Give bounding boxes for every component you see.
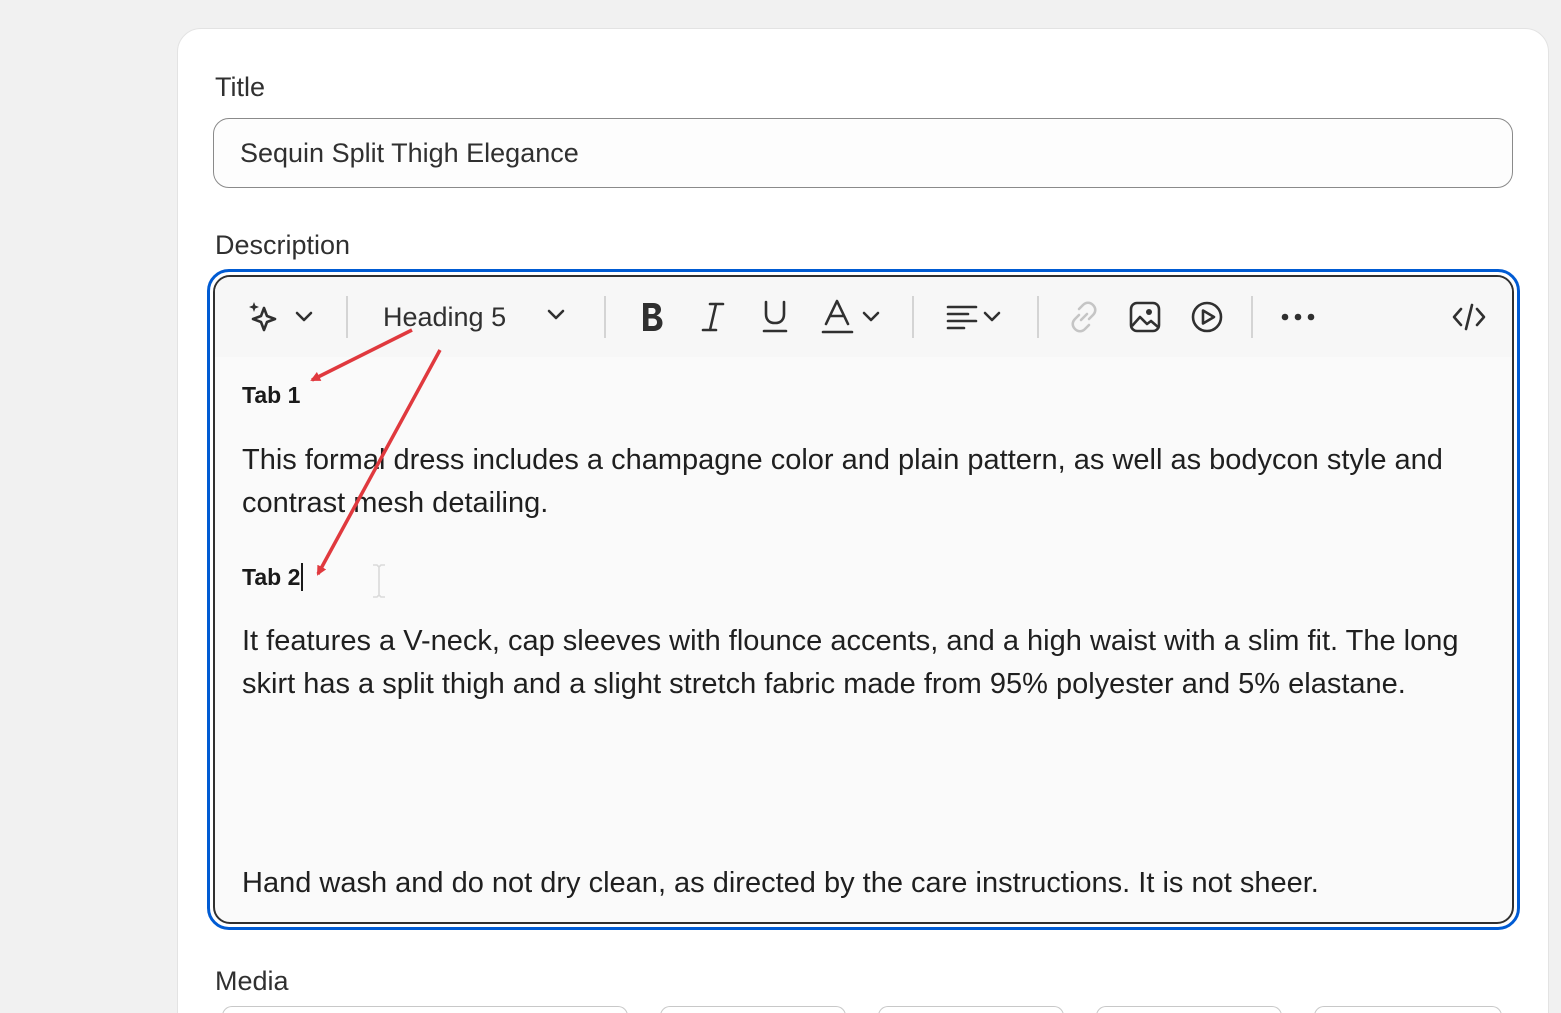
title-input-value: Sequin Split Thigh Elegance xyxy=(240,137,579,168)
chevron-down-icon xyxy=(546,308,566,327)
chevron-down-icon[interactable] xyxy=(291,292,317,342)
media-thumbnail[interactable] xyxy=(1314,1006,1502,1013)
media-label: Media xyxy=(215,966,289,996)
toolbar-divider xyxy=(604,296,606,338)
description-editor[interactable]: Heading 5 Tab 1 This formal dress includ… xyxy=(213,275,1514,924)
toolbar-divider xyxy=(1037,296,1039,338)
media-thumbnail[interactable] xyxy=(222,1006,628,1013)
code-view-icon[interactable] xyxy=(1447,292,1491,342)
media-thumbnail[interactable] xyxy=(660,1006,846,1013)
title-input[interactable]: Sequin Split Thigh Elegance xyxy=(213,118,1513,188)
text-cursor-icon xyxy=(373,564,385,598)
text-caret xyxy=(301,563,304,591)
heading-tab-1: Tab 1 xyxy=(242,382,301,408)
align-left-icon[interactable] xyxy=(941,292,1007,342)
product-card: Title Sequin Split Thigh Elegance Descri… xyxy=(177,28,1549,1013)
toolbar-divider xyxy=(346,296,348,338)
heading-select[interactable]: Heading 5 xyxy=(383,292,566,342)
magic-sparkle-icon[interactable] xyxy=(243,292,283,342)
title-label: Title xyxy=(215,72,266,102)
media-thumbnail[interactable] xyxy=(878,1006,1064,1013)
text-color-icon[interactable] xyxy=(816,292,886,342)
heading-tab-2-text: Tab 2 xyxy=(242,564,301,590)
video-icon[interactable] xyxy=(1187,292,1227,342)
more-icon[interactable] xyxy=(1277,292,1319,342)
paragraph-2: It features a V-neck, cap sleeves with f… xyxy=(242,625,1459,700)
description-label: Description xyxy=(215,230,351,260)
link-icon[interactable] xyxy=(1064,292,1104,342)
heading-select-value: Heading 5 xyxy=(383,301,507,332)
italic-icon[interactable] xyxy=(693,292,733,342)
paragraph-1: This formal dress includes a champagne c… xyxy=(242,444,1443,519)
toolbar-divider xyxy=(1251,296,1253,338)
media-thumbnail[interactable] xyxy=(1096,1006,1282,1013)
paragraph-3: Hand wash and do not dry clean, as direc… xyxy=(242,867,1319,899)
editor-toolbar: Heading 5 xyxy=(215,277,1512,357)
underline-icon[interactable] xyxy=(755,292,795,342)
media-thumbnails xyxy=(0,1006,1561,1013)
description-editor-focus-ring: Heading 5 Tab 1 This formal dress includ… xyxy=(207,269,1520,930)
toolbar-divider xyxy=(912,296,914,338)
heading-tab-2: Tab 2 xyxy=(242,563,304,591)
image-icon[interactable] xyxy=(1125,292,1165,342)
bold-icon[interactable] xyxy=(632,292,672,342)
